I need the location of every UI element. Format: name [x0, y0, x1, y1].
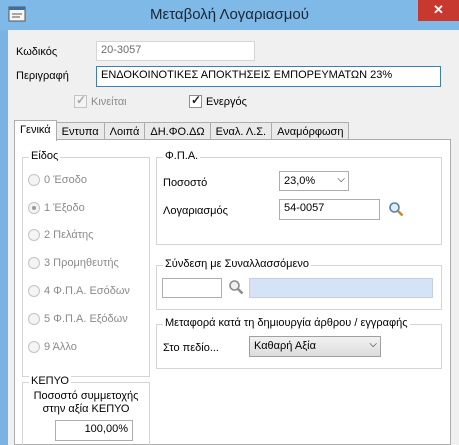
- link-group-title: Σύνδεση με Συναλλασσόμενο: [163, 258, 312, 270]
- type-option-label: 0 Έσοδο: [44, 174, 87, 186]
- type-option-label: 2 Πελάτης: [44, 229, 94, 241]
- code-field[interactable]: 20-3057: [96, 41, 255, 61]
- transfer-group: Μεταφορά κατά τη δημιουργία άρθρου / εγγ…: [156, 317, 442, 369]
- active-label: Ενεργός: [206, 95, 247, 108]
- type-option-3[interactable]: 3 Προμηθευτής: [28, 257, 119, 269]
- vat-rate-value: 23,0%: [284, 175, 316, 187]
- vat-rate-label: Ποσοστό: [163, 177, 208, 189]
- title-bar[interactable]: Μεταβολή Λογαριασμού ✕: [0, 0, 459, 30]
- type-option-5[interactable]: 5 Φ.Π.Α. Εξόδων: [28, 313, 128, 325]
- active-checkbox[interactable]: Ενεργός: [189, 93, 247, 108]
- tab-strip: Γενικά Εντυπα Λοιπά ΔΗ.ΦΟ.ΔΩ Εναλ. Λ.Σ. …: [14, 120, 350, 141]
- vat-group-title: Φ.Π.Α.: [163, 150, 201, 162]
- participation-label-line1: Ποσοστό συμμετοχής: [33, 390, 139, 402]
- tab-other[interactable]: Λοιπά: [103, 122, 146, 140]
- kepyo-group-title: ΚΕΠΥΟ: [29, 375, 71, 387]
- window-title: Μεταβολή Λογαριασμού: [150, 6, 309, 23]
- close-button[interactable]: ✕: [418, 0, 459, 21]
- type-option-1[interactable]: 1 Έξοδο: [28, 202, 85, 214]
- radio-dot: [28, 229, 40, 241]
- search-icon[interactable]: [388, 201, 404, 217]
- checkbox-box: [74, 93, 87, 108]
- type-group-title: Είδος: [29, 150, 61, 162]
- type-option-4[interactable]: 4 Φ.Π.Α. Εσόδων: [28, 285, 130, 297]
- radio-dot: [28, 285, 40, 297]
- type-option-9[interactable]: 9 Άλλο: [28, 341, 77, 353]
- checkbox-box: [189, 93, 202, 108]
- type-option-label: 3 Προμηθευτής: [44, 257, 119, 269]
- participation-label-line2: στην αξία ΚΕΠΥΟ: [42, 403, 130, 415]
- type-option-label: 1 Έξοδο: [44, 202, 85, 214]
- vat-account-field[interactable]: 54-0057: [279, 199, 380, 220]
- chevron-down-icon: ⌵: [337, 174, 345, 185]
- description-field[interactable]: ΕΝΔΟΚΟΙΝΟΤΙΚΕΣ ΑΠΟΚΤΗΣΕΙΣ ΕΜΠΟΡΕΥΜΑΤΩΝ 2…: [96, 66, 441, 87]
- kepyo-group: ΚΕΠΥΟ Ποσοστό συμμετοχής στην αξία ΚΕΠΥΟ…: [22, 375, 150, 445]
- transfer-field-value: Καθαρή Αξία: [254, 340, 316, 352]
- type-group: Είδος 0 Έσοδο 1 Έξοδο 2 Πελάτης 3 Προμηθ…: [22, 150, 150, 377]
- tab-alt-accounts[interactable]: Εναλ. Λ.Σ.: [209, 122, 273, 140]
- dialog-body: Κωδικός 20-3057 Περιγραφή ΕΝΔΟΚΟΙΝΟΤΙΚΕΣ…: [8, 30, 459, 445]
- radio-dot: [28, 257, 40, 269]
- window: Μεταβολή Λογαριασμού ✕ Κωδικός 20-3057 Π…: [0, 0, 459, 445]
- tab-forms[interactable]: Εντυπα: [55, 122, 105, 140]
- chevron-down-icon: ⌵: [369, 339, 377, 350]
- radio-dot: [28, 341, 40, 353]
- vat-rate-select[interactable]: 23,0% ⌵: [279, 171, 349, 191]
- close-icon: ✕: [433, 2, 444, 17]
- link-name-field: [249, 278, 433, 298]
- type-option-2[interactable]: 2 Πελάτης: [28, 229, 93, 241]
- tab-panel-general: Είδος 0 Έσοδο 1 Έξοδο 2 Πελάτης 3 Προμηθ…: [14, 139, 451, 445]
- type-option-label: 9 Άλλο: [44, 341, 77, 353]
- moving-label: Κινείται: [91, 95, 127, 108]
- radio-dot: [28, 313, 40, 325]
- radio-dot: [28, 174, 40, 186]
- participation-field[interactable]: 100,00%: [55, 420, 133, 441]
- tab-reform[interactable]: Αναμόρφωση: [271, 122, 350, 140]
- type-option-label: 5 Φ.Π.Α. Εξόδων: [44, 313, 128, 325]
- vat-group: Φ.Π.Α. Ποσοστό 23,0% ⌵ Λογαριασμός 54-00…: [156, 150, 442, 245]
- transfer-field-select[interactable]: Καθαρή Αξία ⌵: [249, 336, 381, 357]
- transfer-field-label: Στο πεδίο...: [163, 342, 219, 354]
- link-group: Σύνδεση με Συναλλασσόμενο: [156, 258, 442, 310]
- search-icon[interactable]: [228, 279, 244, 295]
- transfer-group-title: Μεταφορά κατά τη δημιουργία άρθρου / εγγ…: [163, 317, 410, 329]
- link-code-field[interactable]: [162, 278, 222, 298]
- vat-account-label: Λογαριασμός: [163, 205, 228, 217]
- tab-difodo[interactable]: ΔΗ.ΦΟ.ΔΩ: [144, 122, 211, 140]
- type-option-label: 4 Φ.Π.Α. Εσόδων: [44, 285, 130, 297]
- tab-general[interactable]: Γενικά: [14, 120, 57, 141]
- code-label: Κωδικός: [16, 46, 58, 58]
- description-label: Περιγραφή: [16, 70, 69, 82]
- moving-checkbox[interactable]: Κινείται: [74, 93, 127, 108]
- type-option-0[interactable]: 0 Έσοδο: [28, 174, 87, 186]
- radio-dot: [28, 202, 40, 214]
